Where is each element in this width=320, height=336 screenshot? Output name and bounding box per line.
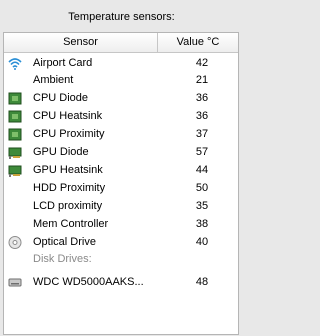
sensor-value: 38 [195, 218, 209, 230]
table-row[interactable]: Mem Controller 38 [4, 216, 238, 233]
sensor-name: CPU Heatsink [33, 110, 103, 122]
sensor-name: HDD Proximity [33, 182, 106, 194]
table-row[interactable]: GPU Diode 57 [4, 144, 238, 161]
optical-disc-icon [8, 236, 22, 249]
cpu-chip-icon [8, 92, 22, 105]
hard-drive-icon [8, 276, 22, 289]
column-header-sensor[interactable]: Sensor [4, 33, 158, 52]
group-header-disk-drives: Disk Drives: [4, 251, 238, 268]
table-row[interactable]: CPU Proximity 37 [4, 126, 238, 143]
table-row[interactable]: WDC WD5000AAKS... 48 [4, 274, 238, 291]
cpu-chip-icon [8, 128, 22, 141]
sensor-name: GPU Heatsink [33, 164, 103, 176]
panel-title: Temperature sensors: [68, 11, 175, 23]
sensor-name: CPU Proximity [33, 128, 105, 140]
table-row[interactable]: CPU Diode 36 [4, 90, 238, 107]
sensor-value: 21 [195, 74, 209, 86]
table-row[interactable]: GPU Heatsink 44 [4, 162, 238, 179]
wifi-icon [8, 57, 22, 70]
sensor-value: 40 [195, 236, 209, 248]
sensor-name: Mem Controller [33, 218, 109, 230]
table-header: Sensor Value °C [4, 33, 238, 53]
column-header-value[interactable]: Value °C [158, 33, 238, 52]
sensor-name: WDC WD5000AAKS... [33, 276, 144, 288]
sensor-table[interactable]: Sensor Value °C Airport Card 42 Ambient … [3, 32, 239, 335]
sensor-value: 48 [195, 276, 209, 288]
group-label: Disk Drives: [33, 253, 92, 265]
sensor-value: 36 [195, 110, 209, 122]
sensor-name: GPU Diode [33, 146, 89, 158]
table-row[interactable]: LCD proximity 35 [4, 198, 238, 215]
sensor-value: 50 [195, 182, 209, 194]
table-row[interactable]: CPU Heatsink 36 [4, 108, 238, 125]
table-row[interactable]: Optical Drive 40 [4, 234, 238, 251]
table-row[interactable]: HDD Proximity 50 [4, 180, 238, 197]
table-row[interactable]: Airport Card 42 [4, 55, 238, 72]
sensor-name: LCD proximity [33, 200, 103, 212]
gpu-card-icon [8, 146, 22, 159]
sensor-name: Airport Card [33, 57, 93, 69]
sensor-value: 36 [195, 92, 209, 104]
table-row[interactable]: Ambient 21 [4, 72, 238, 89]
cpu-chip-icon [8, 110, 22, 123]
sensor-name: Ambient [33, 74, 74, 86]
sensor-value: 37 [195, 128, 209, 140]
sensor-name: Optical Drive [33, 236, 96, 248]
sensor-value: 42 [195, 57, 209, 69]
sensor-value: 44 [195, 164, 209, 176]
gpu-card-icon [8, 164, 22, 177]
sensor-value: 57 [195, 146, 209, 158]
sensor-name: CPU Diode [33, 92, 89, 104]
sensor-value: 35 [195, 200, 209, 212]
